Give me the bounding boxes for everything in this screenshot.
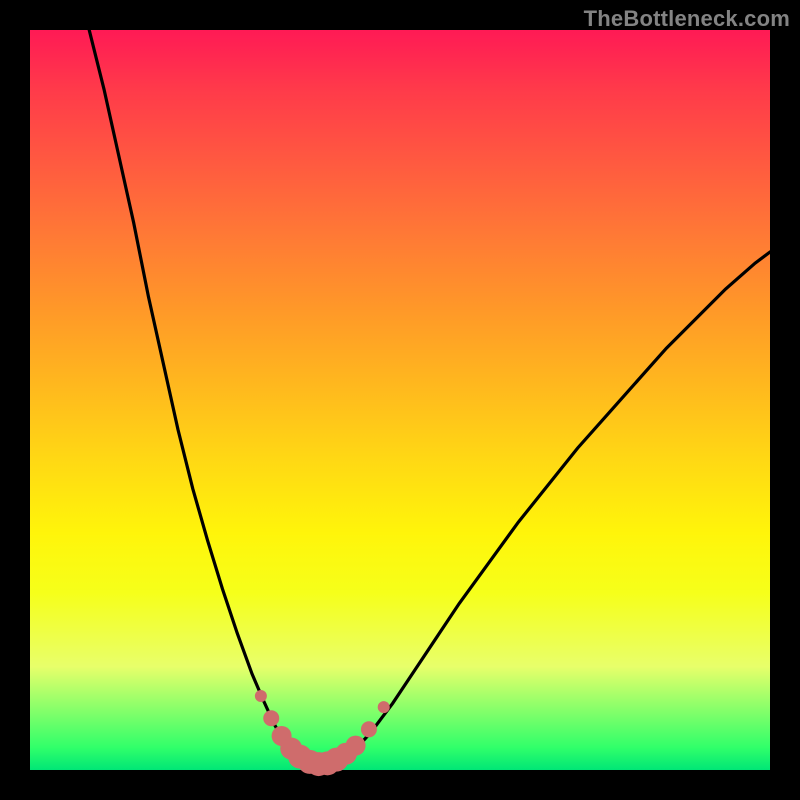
- curve-right-path: [352, 252, 770, 753]
- watermark-text: TheBottleneck.com: [584, 6, 790, 32]
- marker-group: [255, 690, 390, 776]
- trough-marker: [263, 710, 279, 726]
- trough-marker: [378, 701, 390, 713]
- curve-left-path: [89, 30, 296, 758]
- chart-frame: TheBottleneck.com: [0, 0, 800, 800]
- plot-area: [30, 30, 770, 770]
- trough-marker: [361, 721, 377, 737]
- bottleneck-curve: [30, 30, 770, 770]
- trough-marker: [346, 736, 366, 756]
- trough-marker: [255, 690, 267, 702]
